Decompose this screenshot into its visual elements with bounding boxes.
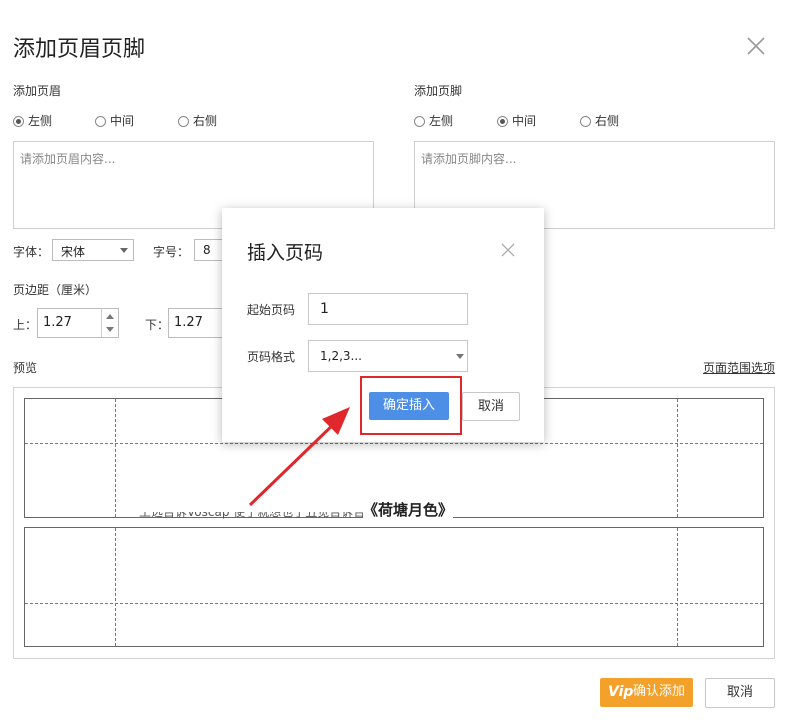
page-range-options-link[interactable]: 页面范围选项 [703, 359, 775, 376]
header-section-label: 添加页眉 [13, 84, 62, 98]
radio-icon [580, 116, 591, 127]
margin-top-input[interactable]: 1.27 [37, 308, 119, 338]
chevron-down-icon [106, 327, 114, 332]
confirm-add-button[interactable]: Vip 确认添加 [600, 678, 693, 707]
header-align-center[interactable]: 中间 [95, 114, 134, 128]
close-icon[interactable] [744, 34, 768, 58]
page-format-select[interactable]: 1,2,3... [308, 340, 468, 372]
modal-cancel-button[interactable]: 取消 [462, 392, 520, 421]
font-label: 字体： [13, 245, 50, 259]
margin-bottom-label: 下： [145, 318, 170, 332]
radio-selected-icon [497, 116, 508, 127]
footer-align-right[interactable]: 右侧 [580, 114, 619, 128]
preview-label: 预览 [13, 361, 38, 375]
chevron-down-icon [456, 354, 464, 359]
margins-label: 页边距（厘米） [13, 283, 98, 297]
start-page-label: 起始页码 [247, 303, 296, 317]
page-format-label: 页码格式 [247, 350, 296, 364]
vip-icon: Vip [608, 684, 634, 700]
annotation-arrow-icon [248, 407, 350, 507]
radio-icon [414, 116, 425, 127]
margin-top-label: 上： [13, 318, 38, 332]
footer-section-label: 添加页脚 [414, 84, 463, 98]
preview-doc-title: 《荷塘月色》 [363, 499, 454, 520]
margin-bottom-input[interactable]: 1.27 [168, 308, 225, 338]
font-select[interactable]: 宋体 [52, 239, 134, 261]
footer-align-left[interactable]: 左侧 [414, 114, 453, 128]
cancel-button[interactable]: 取消 [705, 678, 775, 708]
spinner-buttons[interactable] [101, 309, 118, 337]
header-align-left[interactable]: 左侧 [13, 114, 52, 128]
dialog-title: 添加页眉页脚 [13, 37, 146, 62]
font-size-label: 字号： [153, 245, 190, 259]
header-align-group: 左侧 [13, 112, 52, 129]
header-align-right[interactable]: 右侧 [178, 114, 217, 128]
radio-icon [178, 116, 189, 127]
chevron-down-icon [120, 248, 128, 253]
preview-footer-frame [24, 527, 764, 647]
modal-title: 插入页码 [247, 242, 324, 264]
close-icon[interactable] [500, 242, 516, 258]
footer-align-center[interactable]: 中间 [497, 114, 536, 128]
radio-selected-icon [13, 116, 24, 127]
chevron-up-icon [106, 314, 114, 319]
confirm-insert-button[interactable]: 确定插入 [369, 392, 449, 420]
radio-icon [95, 116, 106, 127]
start-page-input[interactable]: 1 [308, 293, 468, 325]
